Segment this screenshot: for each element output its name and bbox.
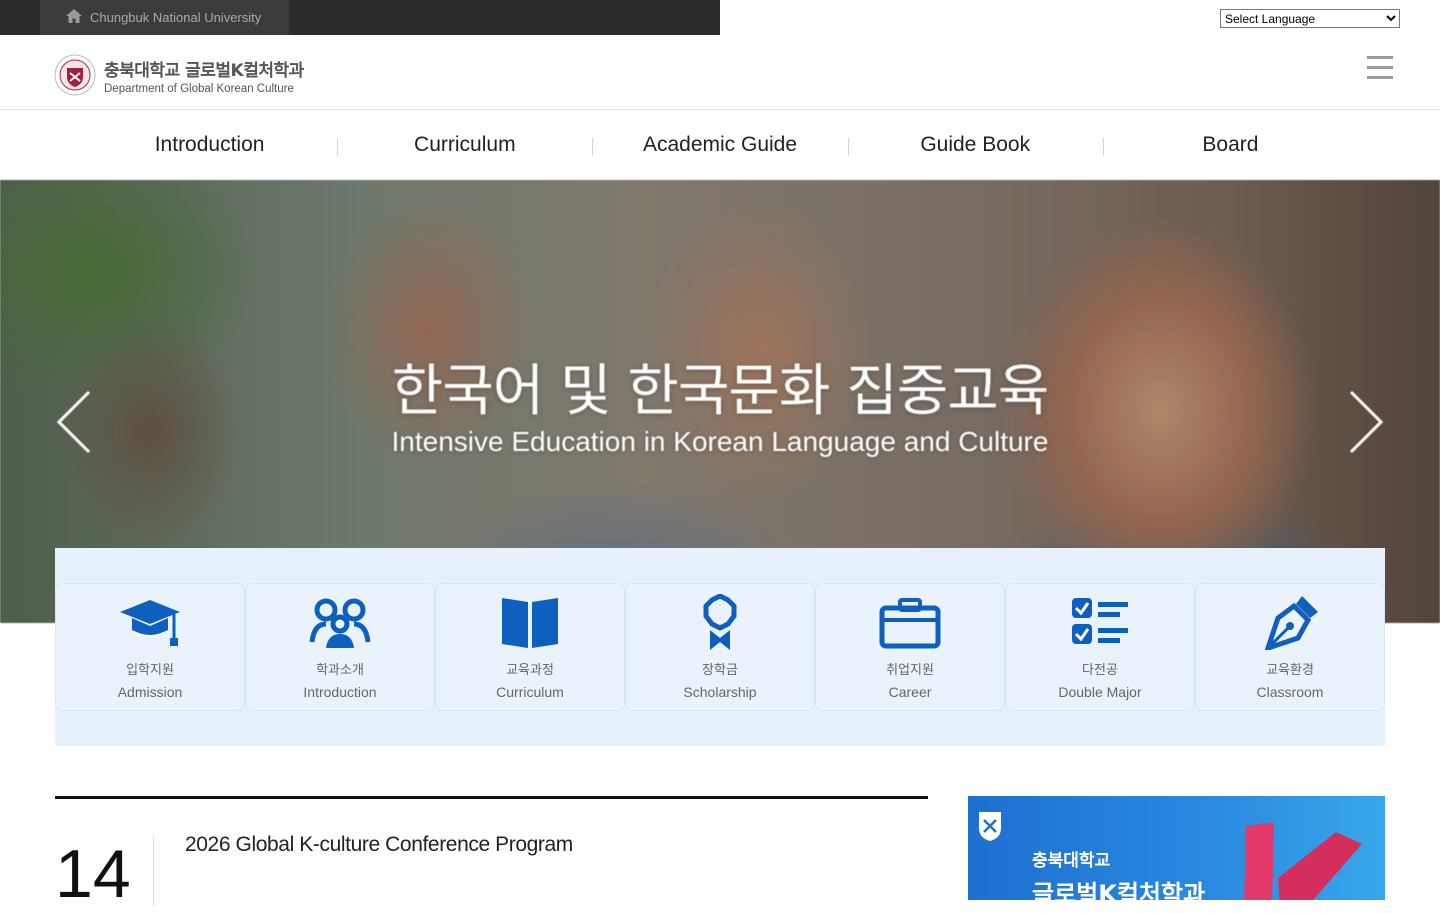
university-emblem-icon: [54, 54, 96, 96]
quick-link-en: Curriculum: [496, 684, 564, 700]
quick-link-en: Scholarship: [683, 684, 757, 700]
quick-link-curriculum[interactable]: 교육과정 Curriculum: [435, 583, 625, 711]
site-header: 충북대학교 글로벌K컬처학과 Department of Global Kore…: [0, 35, 1440, 110]
home-link[interactable]: Chungbuk National University: [40, 0, 289, 35]
quick-links-panel: 입학지원 Admission 학과소개 Introduction 교육과정 Cu…: [55, 548, 1385, 746]
quick-link-kr: 학과소개: [316, 663, 364, 678]
quick-link-en: Career: [888, 684, 932, 700]
nav-item-board[interactable]: Board: [1102, 110, 1358, 180]
logo-english-name: Department of Global Korean Culture: [104, 82, 294, 95]
department-banner[interactable]: 충북대학교 글로벌K컬처학과: [968, 796, 1385, 900]
hero-title: 한국어 및 한국문화 집중교육: [391, 359, 1050, 424]
banner-line-2: 글로벌K컬처학과: [1032, 880, 1206, 900]
slider-prev-icon[interactable]: [55, 390, 95, 454]
quick-link-kr: 입학지원: [126, 663, 174, 678]
award-icon: [703, 594, 737, 650]
quick-link-admission[interactable]: 입학지원 Admission: [55, 583, 245, 711]
news-headline-link[interactable]: 2026 Global K-culture Conference Program: [185, 833, 573, 857]
quick-link-scholarship[interactable]: 장학금 Scholarship: [625, 583, 815, 711]
logo-university-name: 충북대학교: [104, 60, 180, 81]
top-utility-bar: Chungbuk National University: [0, 0, 720, 35]
quick-link-kr: 교육환경: [1266, 663, 1314, 678]
quick-link-kr: 취업지원: [886, 663, 934, 678]
quick-link-career[interactable]: 취업지원 Career: [815, 583, 1005, 711]
logo-department-name: 글로벌K컬처학과: [185, 60, 304, 81]
site-logo[interactable]: 충북대학교 글로벌K컬처학과 Department of Global Kore…: [54, 54, 304, 96]
logo-korean-name: 충북대학교 글로벌K컬처학과: [104, 56, 304, 81]
home-icon: [66, 8, 82, 27]
quick-link-classroom[interactable]: 교육환경 Classroom: [1195, 583, 1385, 711]
k-logo-icon: [1244, 822, 1362, 900]
quick-link-kr: 다전공: [1082, 663, 1118, 678]
language-select[interactable]: Select Language: [1220, 9, 1400, 28]
hero-subtitle: Intensive Education in Korean Language a…: [391, 426, 1049, 457]
shield-emblem-icon: [979, 812, 1001, 841]
book-icon: [502, 598, 558, 648]
quick-link-en: Double Major: [1058, 684, 1142, 700]
nav-item-academic-guide[interactable]: Academic Guide: [592, 110, 847, 180]
news-date-day: 14: [55, 836, 131, 912]
news-list: 14 2026 Global K-culture Conference Prog…: [55, 796, 928, 912]
main-nav: Introduction Curriculum Academic Guide G…: [82, 110, 1358, 180]
quick-link-en: Admission: [117, 684, 183, 700]
people-icon: [309, 598, 371, 648]
quick-link-kr: 교육과정: [506, 663, 554, 678]
nav-item-curriculum[interactable]: Curriculum: [337, 110, 592, 180]
nav-item-guide-book[interactable]: Guide Book: [847, 110, 1103, 180]
pen-nib-icon: [1264, 596, 1318, 650]
banner-line-1: 충북대학교: [1032, 851, 1111, 871]
slider-next-icon[interactable]: [1345, 390, 1385, 454]
checklist-icon: [1072, 598, 1128, 644]
quick-link-en: Classroom: [1256, 684, 1324, 700]
home-link-label: Chungbuk National University: [90, 10, 262, 25]
briefcase-icon: [879, 598, 941, 649]
news-divider: [153, 836, 154, 906]
menu-icon[interactable]: [1367, 56, 1393, 82]
quick-link-en: Introduction: [303, 684, 377, 700]
nav-item-introduction[interactable]: Introduction: [82, 110, 337, 180]
quick-link-double-major[interactable]: 다전공 Double Major: [1005, 583, 1195, 711]
graduation-cap-icon: [120, 600, 180, 646]
quick-link-kr: 장학금: [702, 663, 738, 678]
quick-link-introduction[interactable]: 학과소개 Introduction: [245, 583, 435, 711]
